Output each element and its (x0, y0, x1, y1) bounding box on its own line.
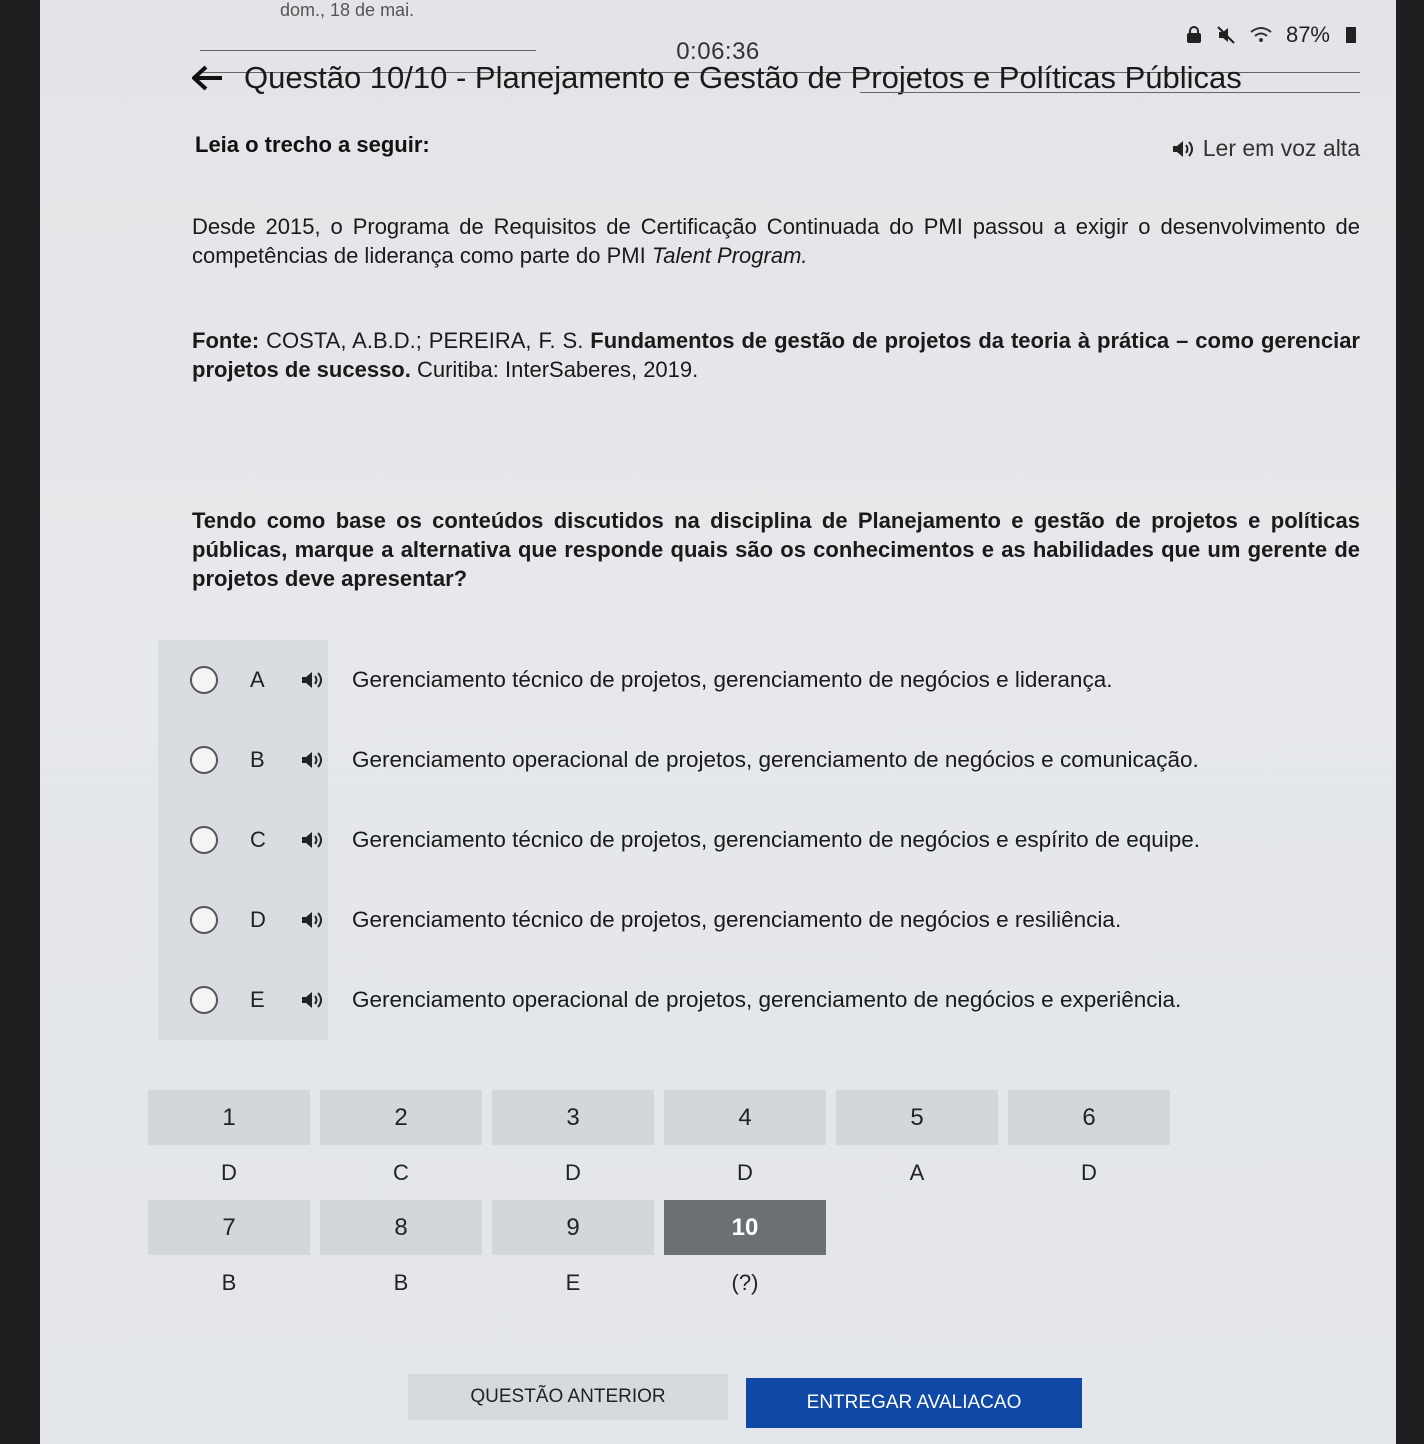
source-publisher: Curitiba: InterSaberes, 2019. (410, 357, 699, 382)
nav-number[interactable]: 8 (320, 1200, 482, 1255)
nav-answer: A (909, 1159, 925, 1185)
nav-number[interactable]: 4 (664, 1090, 826, 1145)
radio-button[interactable] (190, 666, 218, 694)
radio-button[interactable] (190, 826, 218, 854)
option-b[interactable]: B Gerenciamento operacional de projetos,… (158, 720, 1398, 800)
nav-answer: B (393, 1269, 409, 1295)
option-letter: E (250, 987, 265, 1012)
radio-button[interactable] (190, 906, 218, 934)
speaker-icon[interactable] (300, 990, 324, 1010)
question-navigator: 1 D 2 C 3 D 4 D 5 A 6 D 7 B 8 B 9 E 10 (… (148, 1090, 1178, 1310)
nav-cell-8[interactable]: 8 B (320, 1200, 482, 1310)
source-label: Fonte: (192, 328, 260, 353)
nav-answer: C (393, 1159, 409, 1185)
nav-number[interactable]: 3 (492, 1090, 654, 1145)
radio-button[interactable] (190, 746, 218, 774)
nav-number[interactable]: 7 (148, 1200, 310, 1255)
nav-answer: E (565, 1269, 581, 1295)
status-bar: dom., 18 de mai. 87% (40, 0, 1396, 47)
nav-number[interactable]: 9 (492, 1200, 654, 1255)
option-letter: D (250, 907, 266, 932)
nav-cell-10-current[interactable]: 10 (?) (664, 1200, 826, 1310)
speaker-icon[interactable] (300, 750, 324, 770)
option-text: Gerenciamento técnico de projetos, geren… (352, 907, 1122, 932)
divider (860, 92, 1360, 93)
nav-number[interactable]: 5 (836, 1090, 998, 1145)
option-letter: B (250, 747, 265, 772)
option-d[interactable]: D Gerenciamento técnico de projetos, ger… (158, 880, 1398, 960)
title-bar: Questão 10/10 - Planejamento e Gestão de… (190, 60, 1242, 96)
excerpt-italic: Talent Program. (651, 243, 808, 268)
option-text: Gerenciamento operacional de projetos, g… (352, 747, 1199, 772)
navigator-row: 1 D 2 C 3 D 4 D 5 A 6 D (148, 1090, 1178, 1200)
option-text: Gerenciamento operacional de projetos, g… (352, 987, 1182, 1012)
screen: dom., 18 de mai. 87% 0:06:36 Questão 10/… (40, 0, 1396, 1444)
source-authors: COSTA, A.B.D.; PEREIRA, F. S. (259, 328, 591, 353)
option-text: Gerenciamento técnico de projetos, geren… (352, 667, 1113, 692)
navigator-row: 7 B 8 B 9 E 10 (?) (148, 1200, 1178, 1310)
option-letter: C (250, 827, 266, 852)
option-letter: A (250, 667, 265, 692)
option-text: Gerenciamento técnico de projetos, geren… (352, 827, 1201, 852)
status-date: dom., 18 de mai. (280, 0, 415, 20)
nav-answer: (?) (731, 1269, 759, 1295)
nav-answer: D (221, 1159, 237, 1185)
nav-answer: B (221, 1269, 237, 1295)
nav-cell-3[interactable]: 3 D (492, 1090, 654, 1200)
speaker-icon[interactable] (300, 910, 324, 930)
radio-button[interactable] (190, 986, 218, 1014)
options-list: A Gerenciamento técnico de projetos, ger… (158, 640, 1398, 1040)
nav-cell-7[interactable]: 7 B (148, 1200, 310, 1310)
question-text: Tendo como base os conteúdos discutidos … (192, 508, 1360, 591)
nav-cell-1[interactable]: 1 D (148, 1090, 310, 1200)
nav-cell-5[interactable]: 5 A (836, 1090, 998, 1200)
speaker-icon[interactable] (300, 670, 324, 690)
page-title: Questão 10/10 - Planejamento e Gestão de… (244, 60, 1242, 95)
divider (200, 50, 536, 51)
read-aloud-label: Ler em voz alta (1202, 135, 1360, 161)
nav-answer: D (565, 1159, 581, 1185)
nav-number[interactable]: 2 (320, 1090, 482, 1145)
submit-assessment-button[interactable]: ENTREGAR AVALIACAO (746, 1378, 1082, 1428)
option-e[interactable]: E Gerenciamento operacional de projetos,… (158, 960, 1398, 1040)
option-c[interactable]: C Gerenciamento técnico de projetos, ger… (158, 800, 1398, 880)
nav-answer: D (737, 1159, 753, 1185)
nav-number[interactable]: 10 (664, 1200, 826, 1255)
nav-cell-6[interactable]: 6 D (1008, 1090, 1170, 1200)
nav-answer: D (1081, 1159, 1097, 1185)
nav-number[interactable]: 1 (148, 1090, 310, 1145)
option-a[interactable]: A Gerenciamento técnico de projetos, ger… (158, 640, 1398, 720)
back-arrow-icon[interactable] (190, 63, 226, 93)
speaker-icon[interactable] (300, 830, 324, 850)
excerpt-paragraph: Desde 2015, o Programa de Requisitos de … (192, 212, 1360, 270)
nav-number[interactable]: 6 (1008, 1090, 1170, 1145)
read-aloud-button[interactable]: Ler em voz alta (1171, 135, 1360, 162)
nav-cell-9[interactable]: 9 E (492, 1200, 654, 1310)
source-citation: Fonte: COSTA, A.B.D.; PEREIRA, F. S. Fun… (192, 326, 1360, 384)
previous-question-button[interactable]: QUESTÃO ANTERIOR (408, 1374, 728, 1420)
nav-cell-4[interactable]: 4 D (664, 1090, 826, 1200)
speaker-icon (1172, 140, 1193, 157)
intro-text: Leia o trecho a seguir: (195, 132, 430, 157)
nav-cell-2[interactable]: 2 C (320, 1090, 482, 1200)
